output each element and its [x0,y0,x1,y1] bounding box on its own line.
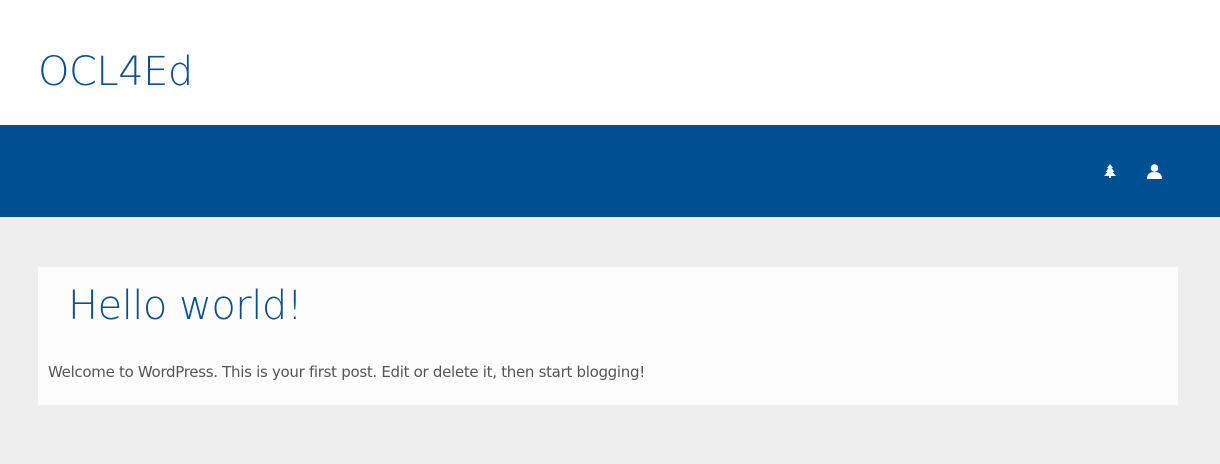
tree-icon[interactable] [1100,161,1120,181]
post-card: Hello world! Welcome to WordPress. This … [38,267,1178,405]
content-area: Hello world! Welcome to WordPress. This … [0,217,1220,464]
site-header: OCL4Ed [0,0,1220,125]
post-title[interactable]: Hello world! [68,281,303,331]
user-icon[interactable] [1144,161,1164,181]
site-title[interactable]: OCL4Ed [38,48,193,96]
nav-bar [0,125,1220,217]
post-body: Welcome to WordPress. This is your first… [48,363,645,381]
